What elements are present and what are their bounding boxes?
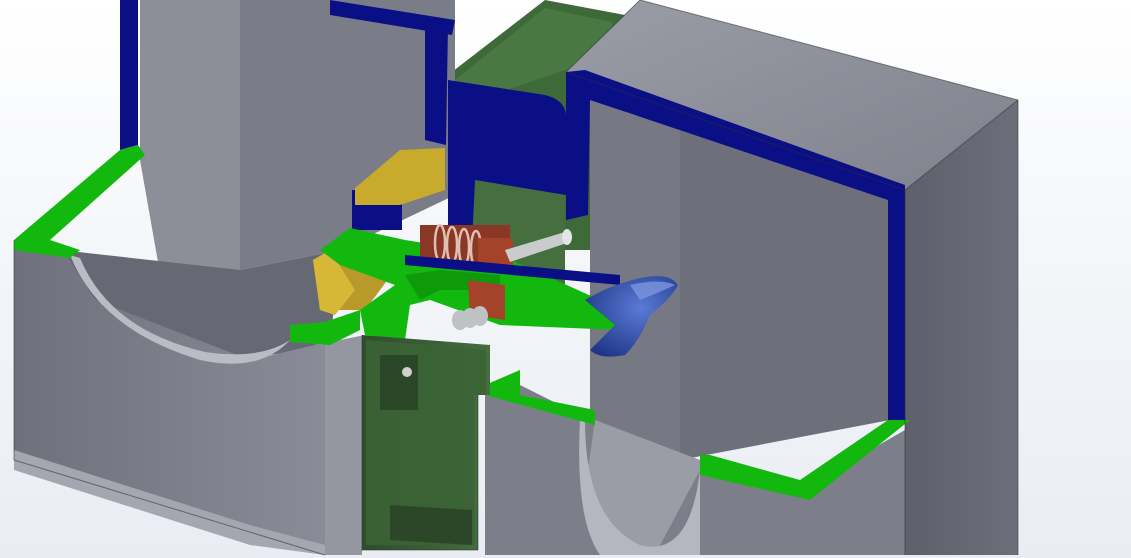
- cad-viewport[interactable]: [0, 0, 1131, 558]
- lower-green-box: [362, 335, 490, 550]
- cad-model-view: [13, 0, 1020, 556]
